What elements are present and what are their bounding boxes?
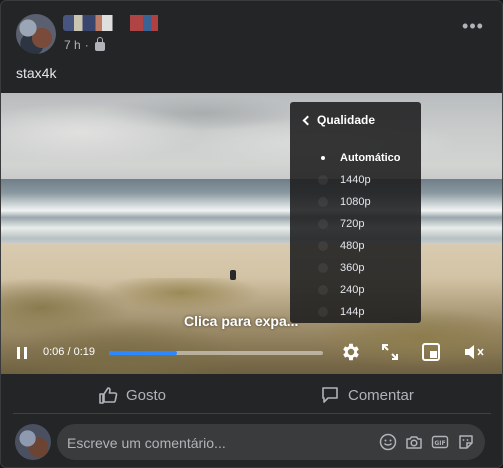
composer-icons: GIF: [379, 433, 475, 451]
quality-option-480p[interactable]: 480p: [290, 235, 421, 257]
quality-label: 360p: [340, 262, 365, 274]
comment-placeholder: Escreve um comentário...: [67, 435, 226, 451]
expand-hint[interactable]: Clica para expa...: [184, 313, 298, 329]
video-clouds: [1, 93, 502, 183]
radio-icon: [318, 175, 328, 185]
quality-label: 480p: [340, 240, 365, 252]
comment-icon: [322, 387, 338, 403]
quality-menu: Qualidade Automático 1440p 1080p 720p 48…: [290, 102, 421, 323]
svg-text:GIF: GIF: [434, 440, 445, 447]
selected-dot-icon: [318, 153, 328, 163]
comment-input[interactable]: Escreve um comentário... GIF: [57, 424, 485, 460]
quality-label: 720p: [340, 218, 365, 230]
chevron-left-icon: [302, 115, 313, 125]
radio-icon: [318, 307, 328, 317]
pause-icon[interactable]: [17, 347, 27, 359]
fullscreen-icon[interactable]: [381, 343, 399, 361]
quality-options: Automático 1440p 1080p 720p 480p 360p 24…: [290, 147, 421, 323]
camera-icon[interactable]: [405, 433, 423, 451]
gear-icon[interactable]: [340, 341, 362, 363]
post-time[interactable]: 7 h: [64, 38, 81, 52]
post-meta: 7 h ·: [64, 37, 105, 52]
comment-button[interactable]: Comentar: [320, 375, 414, 415]
divider: [13, 413, 491, 414]
quality-label: 1440p: [340, 174, 371, 186]
quality-option-720p[interactable]: 720p: [290, 213, 421, 235]
quality-option-1440p[interactable]: 1440p: [290, 169, 421, 191]
quality-option-360p[interactable]: 360p: [290, 257, 421, 279]
post-actions: Gosto Comentar: [1, 375, 502, 415]
progress-bar[interactable]: [109, 351, 323, 355]
video-controls: 0:06 / 0:19: [1, 333, 502, 374]
comment-label: Comentar: [348, 386, 414, 404]
quality-option-1080p[interactable]: 1080p: [290, 191, 421, 213]
separator-dot: ·: [84, 38, 89, 52]
lock-icon: [94, 37, 105, 51]
radio-icon: [318, 219, 328, 229]
quality-option-240p[interactable]: 240p: [290, 279, 421, 301]
sticker-icon[interactable]: [457, 433, 475, 451]
comment-composer: Escreve um comentário... GIF: [1, 419, 502, 465]
emoji-icon[interactable]: [379, 433, 397, 451]
video-sea: [1, 179, 502, 249]
more-options-button[interactable]: •••: [459, 17, 487, 39]
quality-title: Qualidade: [317, 113, 376, 127]
gif-icon[interactable]: GIF: [431, 433, 449, 451]
author-avatar[interactable]: [16, 14, 56, 54]
picture-in-picture-icon[interactable]: [422, 343, 440, 361]
post-header: 7 h · •••: [1, 1, 502, 59]
quality-label: 240p: [340, 284, 365, 296]
volume-muted-icon[interactable]: [463, 342, 487, 362]
quality-label: 144p: [340, 306, 365, 318]
video-player[interactable]: Clica para expa... Qualidade Automático …: [1, 93, 502, 374]
author-name-redacted[interactable]: [63, 15, 171, 31]
quality-back-button[interactable]: Qualidade: [302, 113, 376, 127]
user-avatar[interactable]: [15, 424, 51, 460]
progress-fill: [109, 351, 178, 355]
radio-icon: [318, 241, 328, 251]
time-display: 0:06 / 0:19: [43, 346, 95, 358]
radio-icon: [318, 197, 328, 207]
like-button[interactable]: Gosto: [98, 375, 166, 415]
post-card: 7 h · ••• stax4k Clica para expa... Qual…: [0, 0, 503, 468]
quality-option-144p[interactable]: 144p: [290, 301, 421, 323]
radio-icon: [318, 285, 328, 295]
video-person: [230, 270, 236, 280]
quality-label: 1080p: [340, 196, 371, 208]
radio-icon: [318, 263, 328, 273]
quality-label: Automático: [340, 152, 401, 164]
thumbs-up-icon: [99, 387, 118, 404]
quality-option-auto[interactable]: Automático: [290, 147, 421, 169]
like-label: Gosto: [126, 386, 167, 404]
post-caption: stax4k: [16, 65, 57, 81]
